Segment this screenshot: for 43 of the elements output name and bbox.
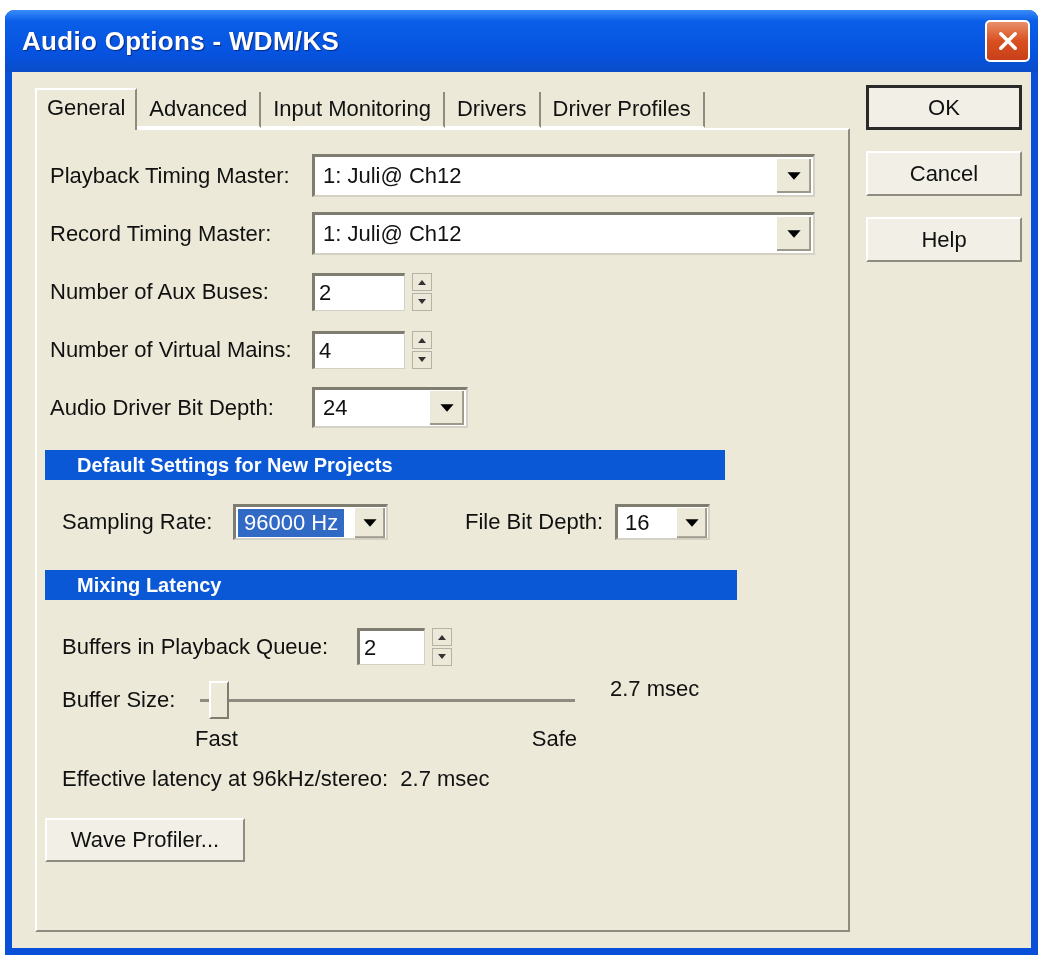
tab[interactable]: General	[35, 88, 138, 130]
field-label: Sampling Rate:	[62, 509, 214, 535]
spin-arrows-icon[interactable]	[412, 272, 432, 311]
number-field[interactable]: 4	[312, 330, 405, 369]
field-label: Number of Virtual Mains:	[50, 336, 293, 363]
spin-arrows-icon[interactable]	[432, 627, 452, 666]
number-field[interactable]: 2	[312, 272, 405, 311]
scale-label: Safe	[531, 726, 577, 752]
dropdown-field[interactable]: 24	[312, 387, 468, 428]
close-button[interactable]	[985, 20, 1030, 62]
latency-text: Effective latency at 96kHz/stereo: 2.7 msec	[62, 766, 490, 792]
caret-down-icon	[430, 391, 464, 425]
wave-profiler-button[interactable]: Wave Profiler...	[45, 818, 245, 862]
slider-thumb[interactable]	[208, 681, 229, 719]
dropdown-field[interactable]: 96000 Hz	[233, 504, 388, 540]
dropdown-field[interactable]: 1: Juli@ Ch12	[312, 154, 815, 197]
field-label: File Bit Depth:	[465, 509, 605, 535]
field-label: Buffers in Playback Queue:	[62, 633, 330, 660]
dropdown-field[interactable]: 16	[615, 504, 710, 540]
caret-down-icon	[777, 217, 811, 251]
field-label: Record Timing Master:	[50, 220, 273, 247]
field-label: Audio Driver Bit Depth:	[50, 394, 275, 421]
caret-down-icon	[777, 159, 811, 193]
caret-down-icon	[355, 507, 385, 538]
tab[interactable]: Advanced	[137, 92, 262, 128]
window-title: Audio Options - WDM/KS	[22, 25, 340, 57]
field-label: Number of Aux Buses:	[50, 278, 270, 305]
section-header: Default Settings for New Projects	[45, 450, 725, 480]
section-header: Mixing Latency	[45, 570, 737, 600]
dialog-button[interactable]: Help	[866, 217, 1022, 262]
tab[interactable]: Driver Profiles	[540, 92, 705, 128]
scale-label: Fast	[195, 726, 238, 752]
slider-value: 2.7 msec	[610, 676, 700, 702]
dialog-button[interactable]: OK	[866, 85, 1022, 130]
number-field[interactable]: 2	[357, 628, 425, 665]
dialog-button[interactable]: Cancel	[866, 151, 1022, 196]
dropdown-field[interactable]: 1: Juli@ Ch12	[312, 212, 815, 255]
tab[interactable]: Drivers	[444, 92, 541, 128]
tab[interactable]: Input Monitoring	[261, 92, 445, 128]
field-label: Buffer Size:	[62, 687, 177, 713]
caret-down-icon	[677, 507, 707, 538]
spin-arrows-icon[interactable]	[412, 330, 432, 369]
field-label: Playback Timing Master:	[50, 162, 291, 189]
